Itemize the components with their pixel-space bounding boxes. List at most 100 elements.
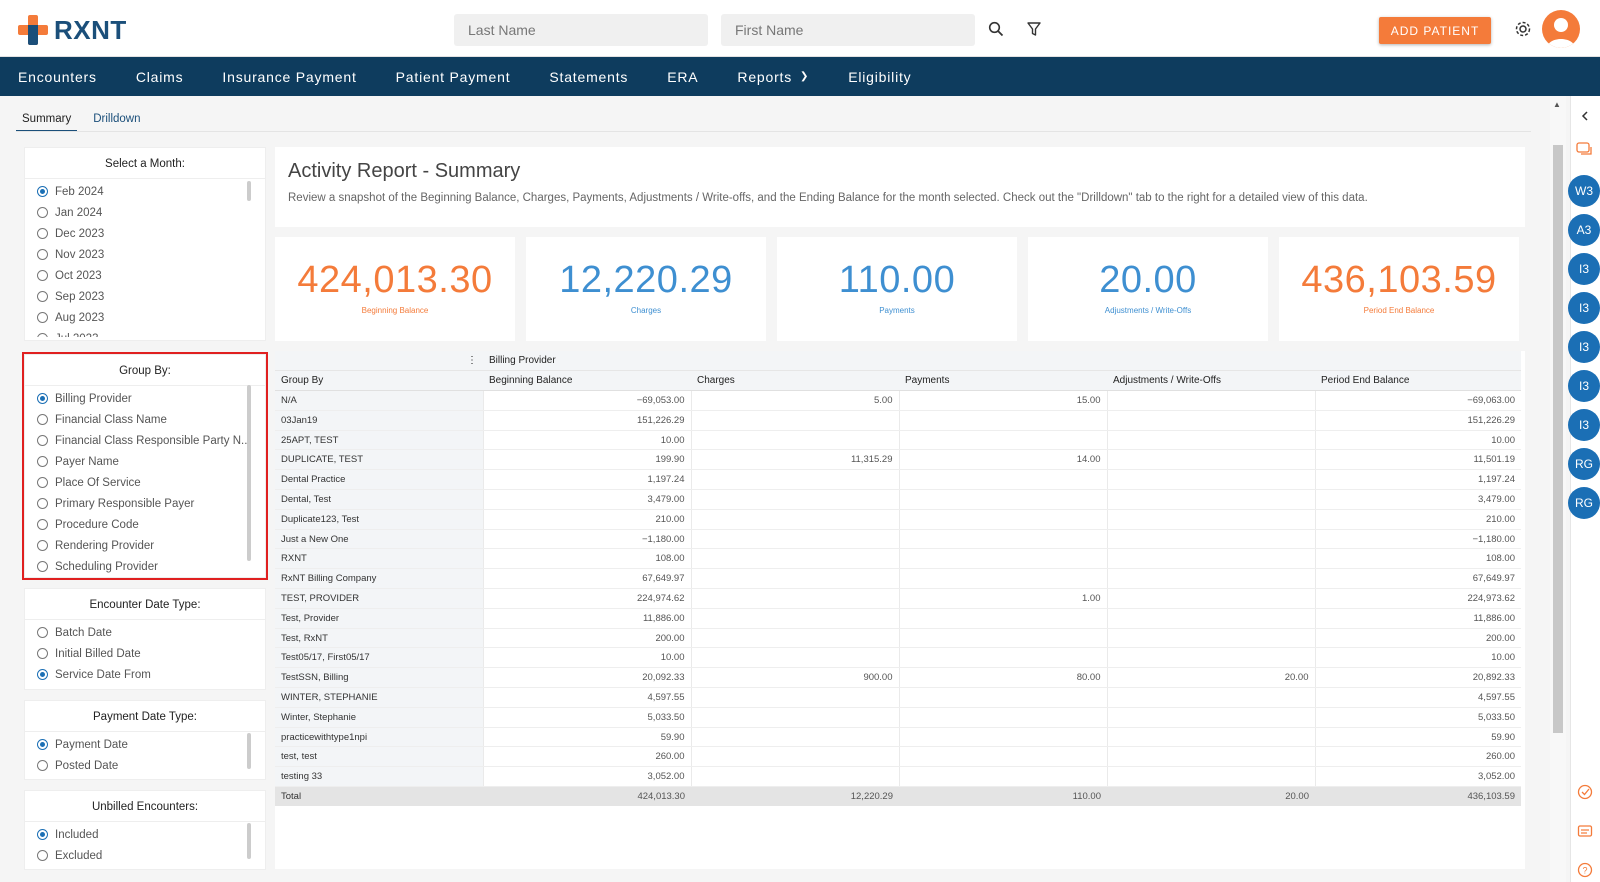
chat-bubbles-icon[interactable]: [1575, 140, 1595, 160]
search-icon[interactable]: [985, 18, 1007, 40]
nav-era[interactable]: ERA: [667, 69, 698, 85]
add-patient-button[interactable]: ADD PATIENT: [1379, 17, 1491, 44]
radio-button[interactable]: [37, 850, 48, 861]
tab-drilldown[interactable]: Drilldown: [87, 109, 146, 132]
row-label-cell: Test05/17, First05/17: [275, 647, 483, 669]
month-panel-title: Select a Month:: [25, 148, 265, 179]
last-name-input[interactable]: [454, 14, 708, 46]
radio-button[interactable]: [37, 669, 48, 680]
radio-button[interactable]: [37, 648, 48, 659]
row-label-cell: Test, RxNT: [275, 628, 483, 649]
unbilled-option-label: Excluded: [55, 849, 103, 862]
radio-button[interactable]: [37, 249, 48, 260]
gear-icon[interactable]: [1512, 18, 1534, 40]
table-row: Test, Provider 11,886.00 11,886.00: [275, 608, 1521, 629]
col-header-adjustments[interactable]: Adjustments / Write-Offs: [1107, 370, 1315, 392]
task-check-icon[interactable]: [1575, 782, 1595, 802]
main-scrollbar[interactable]: ▲: [1550, 96, 1566, 882]
nav-encounters[interactable]: Encounters: [18, 69, 97, 85]
user-badge[interactable]: I3: [1568, 331, 1600, 363]
row-label-cell: WINTER, STEPHANIE: [275, 687, 483, 708]
radio-button[interactable]: [37, 627, 48, 638]
month-option[interactable]: Sep 2023: [25, 286, 265, 307]
table-row: WINTER, STEPHANIE 4,597.55 4,597.55: [275, 687, 1521, 708]
value-cell: [1106, 410, 1315, 431]
radio-button[interactable]: [37, 207, 48, 218]
month-option[interactable]: Feb 2024: [25, 181, 265, 202]
payment-date-option[interactable]: Posted Date: [25, 755, 265, 776]
value-cell: [1106, 469, 1315, 491]
radio-button[interactable]: [37, 829, 48, 840]
payment-date-option[interactable]: Payment Date: [25, 734, 265, 755]
row-label-cell: testing 33: [275, 766, 483, 788]
unbilled-option[interactable]: Excluded: [25, 845, 265, 866]
main-scrollbar-thumb[interactable]: [1553, 145, 1563, 733]
month-option[interactable]: Jul 2023: [25, 328, 265, 337]
radio-button[interactable]: [37, 739, 48, 750]
month-scrollbar[interactable]: [247, 181, 251, 201]
month-option[interactable]: Oct 2023: [25, 265, 265, 286]
user-badge[interactable]: RG: [1568, 487, 1600, 519]
payment-date-option-label: Payment Date: [55, 738, 128, 751]
row-label-cell: TestSSN, Billing: [275, 667, 483, 689]
tab-summary[interactable]: Summary: [16, 109, 78, 132]
value-cell: [690, 529, 899, 550]
user-badge[interactable]: I3: [1568, 409, 1600, 441]
user-badge[interactable]: I3: [1568, 253, 1600, 285]
encounter-date-option[interactable]: Initial Billed Date: [25, 643, 265, 664]
nav-statements[interactable]: Statements: [549, 69, 628, 85]
col-header-payments[interactable]: Payments: [899, 370, 1107, 392]
user-badge[interactable]: I3: [1568, 370, 1600, 402]
report-header-card: Activity Report - Summary Review a snaps…: [275, 147, 1525, 227]
collapse-chevron-icon[interactable]: [1575, 106, 1595, 126]
encounter-date-option[interactable]: Service Date From: [25, 664, 265, 685]
user-badge[interactable]: W3: [1568, 175, 1600, 207]
radio-button[interactable]: [37, 312, 48, 323]
radio-button[interactable]: [37, 270, 48, 281]
user-badge[interactable]: RG: [1568, 448, 1600, 480]
month-panel: Select a Month: Feb 2024 Jan 2024 Dec 2023…: [24, 147, 266, 341]
table-row: testing 33 3,052.00 3,052.00: [275, 766, 1521, 788]
col-header-period-end-balance[interactable]: Period End Balance: [1315, 370, 1521, 392]
filter-icon[interactable]: [1023, 18, 1045, 40]
payment-scrollbar[interactable]: [247, 733, 251, 769]
nav-eligibility[interactable]: Eligibility: [848, 69, 911, 85]
table-row: Duplicate123, Test 210.00 210.00: [275, 509, 1521, 530]
value-cell: 200.00: [1314, 628, 1521, 649]
value-cell: [1106, 568, 1315, 590]
first-name-input[interactable]: [721, 14, 975, 46]
radio-button[interactable]: [37, 333, 48, 337]
col-header-charges[interactable]: Charges: [691, 370, 899, 392]
nav-reports[interactable]: Reports ❯: [737, 69, 809, 85]
column-menu-icon[interactable]: ⋮: [275, 351, 483, 372]
value-cell: [690, 608, 899, 629]
radio-button[interactable]: [37, 291, 48, 302]
column-header-row: Group By Beginning Balance Charges Payme…: [275, 370, 1521, 392]
value-cell: 1,197.24: [482, 469, 691, 491]
message-icon[interactable]: [1575, 822, 1595, 842]
month-option[interactable]: Dec 2023: [25, 223, 265, 244]
radio-button[interactable]: [37, 760, 48, 771]
radio-button[interactable]: [37, 228, 48, 239]
col-header-beginning-balance[interactable]: Beginning Balance: [483, 370, 691, 392]
table-row: RXNT 108.00 108.00: [275, 548, 1521, 570]
nav-claims[interactable]: Claims: [136, 69, 184, 85]
help-icon[interactable]: ?: [1575, 860, 1595, 880]
scroll-up-arrow-icon[interactable]: ▲: [1553, 100, 1561, 109]
user-badge[interactable]: I3: [1568, 292, 1600, 324]
value-cell: 11,315.29: [690, 449, 899, 471]
col-header-group-by[interactable]: Group By: [275, 370, 483, 392]
user-avatar[interactable]: [1542, 10, 1580, 48]
user-badge[interactable]: A3: [1568, 214, 1600, 246]
encounter-date-option[interactable]: Batch Date: [25, 622, 265, 643]
month-option[interactable]: Jan 2024: [25, 202, 265, 223]
unbilled-option[interactable]: Included: [25, 824, 265, 845]
month-option[interactable]: Nov 2023: [25, 244, 265, 265]
nav-patient-payment[interactable]: Patient Payment: [396, 69, 511, 85]
nav-insurance-payment[interactable]: Insurance Payment: [222, 69, 356, 85]
radio-button[interactable]: [37, 186, 48, 197]
table-row: DUPLICATE, TEST 199.90 11,315.29 14.00 11,50…: [275, 449, 1521, 471]
unbilled-scrollbar[interactable]: [247, 823, 251, 859]
month-option[interactable]: Aug 2023: [25, 307, 265, 328]
rxnt-logo[interactable]: RXNT: [18, 14, 127, 46]
